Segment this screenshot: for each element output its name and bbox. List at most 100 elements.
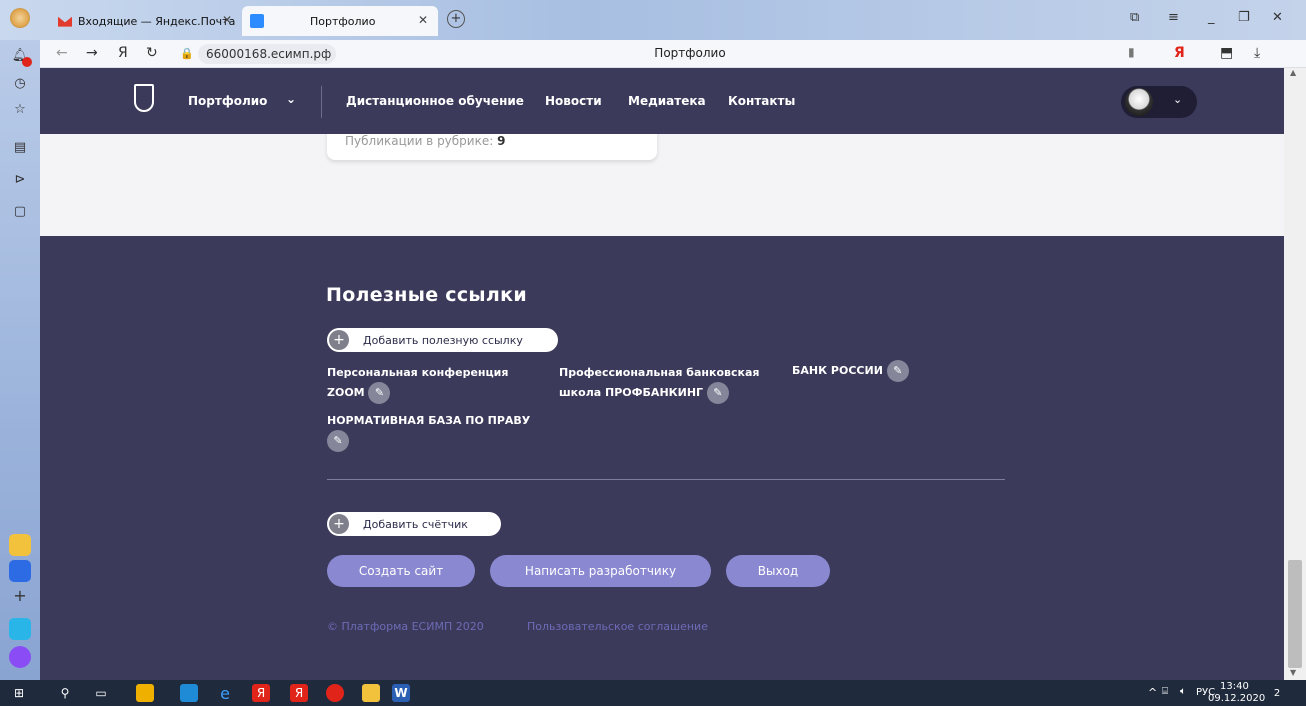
link-legal-base[interactable]: НОРМАТИВНАЯ БАЗА ПО ПРАВУ ✎: [327, 412, 530, 452]
volume-icon[interactable]: 🔈︎: [1180, 686, 1186, 697]
play-icon[interactable]: ⊳: [10, 170, 30, 190]
scroll-up-icon[interactable]: ▲: [1290, 68, 1296, 77]
windows-taskbar: ⊞ ⚲ ▭ e Я Я W ^ ⌸ 🔈︎ РУС 13:40 09.12.202…: [0, 680, 1306, 706]
user-menu[interactable]: ⌄: [1121, 86, 1197, 118]
collections-icon[interactable]: ▤: [10, 138, 30, 158]
page-viewport: Публикации в рубрике: 9 Портфолио ⌄ Дист…: [40, 68, 1284, 680]
menu-icon[interactable]: ≡: [1168, 10, 1179, 25]
yandex-browser-icon[interactable]: Я: [290, 684, 308, 702]
cloud-app-icon[interactable]: [9, 560, 31, 582]
notification-center-icon[interactable]: 2: [1268, 684, 1286, 702]
url-field[interactable]: 66000168.есимп.рф: [198, 44, 336, 64]
extensions-icon[interactable]: ⬒: [1220, 45, 1233, 61]
browser-sidebar: 🔔︎ ◷ ☆ ▤ ⊳ ▢ +: [0, 40, 40, 680]
footer-divider: [327, 479, 1005, 480]
link-profbanking-line1: Профессиональная банковская: [559, 366, 760, 379]
browser-tab-strip: Входящие — Яндекс.Почта ✕ Портфолио ✕ + …: [0, 0, 1306, 40]
nav-contacts[interactable]: Контакты: [728, 94, 795, 108]
minimize-icon[interactable]: _: [1208, 10, 1215, 25]
scrollbar-thumb[interactable]: [1288, 560, 1302, 668]
tab-portfolio-title: Портфолио: [310, 14, 376, 28]
bookmarks-star-icon[interactable]: ☆: [10, 100, 30, 120]
edge-icon[interactable]: e: [216, 684, 234, 703]
close-icon[interactable]: ✕: [222, 13, 232, 27]
notification-count: 2: [1273, 687, 1281, 699]
nav-news[interactable]: Новости: [545, 94, 602, 108]
history-clock-icon[interactable]: ◷: [10, 74, 30, 94]
create-site-button[interactable]: Создать сайт: [327, 555, 475, 587]
link-profbanking[interactable]: Профессиональная банковская школа ПРОФБА…: [559, 364, 759, 404]
store-icon[interactable]: [136, 684, 154, 702]
yandex-y-icon[interactable]: [326, 684, 344, 702]
network-icon[interactable]: ⌸: [1162, 686, 1168, 697]
tab-mail-title: Входящие — Яндекс.Почта: [78, 14, 236, 28]
bookmark-icon[interactable]: ▮: [1128, 45, 1135, 59]
download-icon[interactable]: ⤓: [1254, 45, 1260, 61]
add-app-icon[interactable]: +: [10, 586, 30, 606]
yandex-app-icon[interactable]: Я: [252, 684, 270, 702]
mail-icon[interactable]: [180, 684, 198, 702]
alice-app-icon[interactable]: [9, 646, 31, 668]
close-window-icon[interactable]: ✕: [1272, 10, 1283, 25]
mail-app-icon[interactable]: [9, 534, 31, 556]
tabs-overview-icon[interactable]: ⧉: [1130, 10, 1139, 25]
add-counter-button[interactable]: + Добавить счётчик: [327, 512, 501, 536]
publications-label: Публикации в рубрике:: [345, 134, 494, 148]
scroll-down-icon[interactable]: ▼: [1290, 668, 1296, 677]
tray-chevron-icon[interactable]: ^: [1148, 686, 1157, 699]
chevron-down-icon[interactable]: ⌄: [286, 92, 296, 106]
forward-arrow-icon[interactable]: →: [86, 45, 98, 61]
edit-pencil-icon[interactable]: ✎: [706, 382, 729, 404]
link-profbanking-line2: школа ПРОФБАНКИНГ: [559, 386, 704, 399]
nav-portfolio[interactable]: Портфолио: [188, 94, 267, 108]
address-bar: ← → Я ↻ 🔒 66000168.есимп.рф Портфолио ▮ …: [40, 40, 1306, 68]
user-agreement-link[interactable]: Пользовательское соглашение: [527, 620, 708, 633]
write-developer-button[interactable]: Написать разработчику: [490, 555, 711, 587]
close-icon[interactable]: ✕: [418, 13, 428, 27]
clock-date[interactable]: 09.12.2020: [1208, 693, 1265, 704]
add-counter-label: Добавить счётчик: [363, 517, 468, 531]
logout-button[interactable]: Выход: [726, 555, 830, 587]
reload-icon[interactable]: ↻: [146, 45, 158, 61]
site-tab-icon: [250, 14, 264, 28]
browser-profile-icon[interactable]: [10, 8, 30, 28]
page-scrollbar[interactable]: ▲ ▼: [1284, 68, 1306, 680]
word-icon[interactable]: W: [392, 684, 410, 702]
publications-count: 9: [497, 134, 506, 148]
useful-links-title: Полезные ссылки: [326, 284, 527, 306]
site-header: Портфолио ⌄ Дистанционное обучение Новос…: [40, 68, 1284, 134]
video-app-icon[interactable]: [9, 618, 31, 640]
lock-icon: 🔒: [180, 47, 194, 60]
page-title: Портфолио: [654, 46, 726, 60]
link-bank-of-russia[interactable]: БАНК РОССИИ ✎: [792, 360, 909, 382]
copyright-text: © Платформа ЕСИМП 2020: [327, 620, 484, 633]
yandex-icon[interactable]: Я: [1174, 45, 1185, 61]
link-zoom-line2: ZOOM: [327, 386, 365, 399]
add-useful-link-label: Добавить полезную ссылку: [363, 333, 523, 347]
tab-mail[interactable]: Входящие — Яндекс.Почта ✕: [50, 6, 242, 36]
windows-start-icon[interactable]: ⊞: [10, 684, 28, 702]
link-bank-of-russia-label: БАНК РОССИИ: [792, 364, 883, 377]
notification-badge: [22, 57, 32, 67]
task-view-icon[interactable]: ▭: [92, 684, 110, 702]
nav-distance-learning[interactable]: Дистанционное обучение: [346, 94, 524, 108]
edit-pencil-icon[interactable]: ✎: [327, 430, 349, 452]
link-zoom[interactable]: Персональная конференция ZOOM ✎: [327, 364, 508, 404]
chevron-down-icon: ⌄: [1173, 93, 1183, 106]
edit-pencil-icon[interactable]: ✎: [886, 360, 909, 382]
avatar: [1125, 88, 1153, 116]
search-icon[interactable]: ⚲: [56, 684, 74, 702]
calendar-icon[interactable]: ▢: [10, 202, 30, 222]
clock-time[interactable]: 13:40: [1220, 681, 1249, 692]
edit-pencil-icon[interactable]: ✎: [368, 382, 391, 404]
nav-media[interactable]: Медиатека: [628, 94, 706, 108]
file-explorer-icon[interactable]: [362, 684, 380, 702]
yandex-home-icon[interactable]: Я: [118, 45, 128, 61]
add-useful-link-button[interactable]: + Добавить полезную ссылку: [327, 328, 558, 352]
tab-portfolio[interactable]: Портфолио ✕: [242, 6, 438, 36]
new-tab-button[interactable]: +: [447, 10, 465, 28]
restore-icon[interactable]: ❐: [1238, 10, 1250, 25]
site-logo-icon[interactable]: [134, 84, 154, 112]
plus-icon: +: [329, 330, 349, 350]
back-arrow-icon[interactable]: ←: [56, 45, 68, 61]
